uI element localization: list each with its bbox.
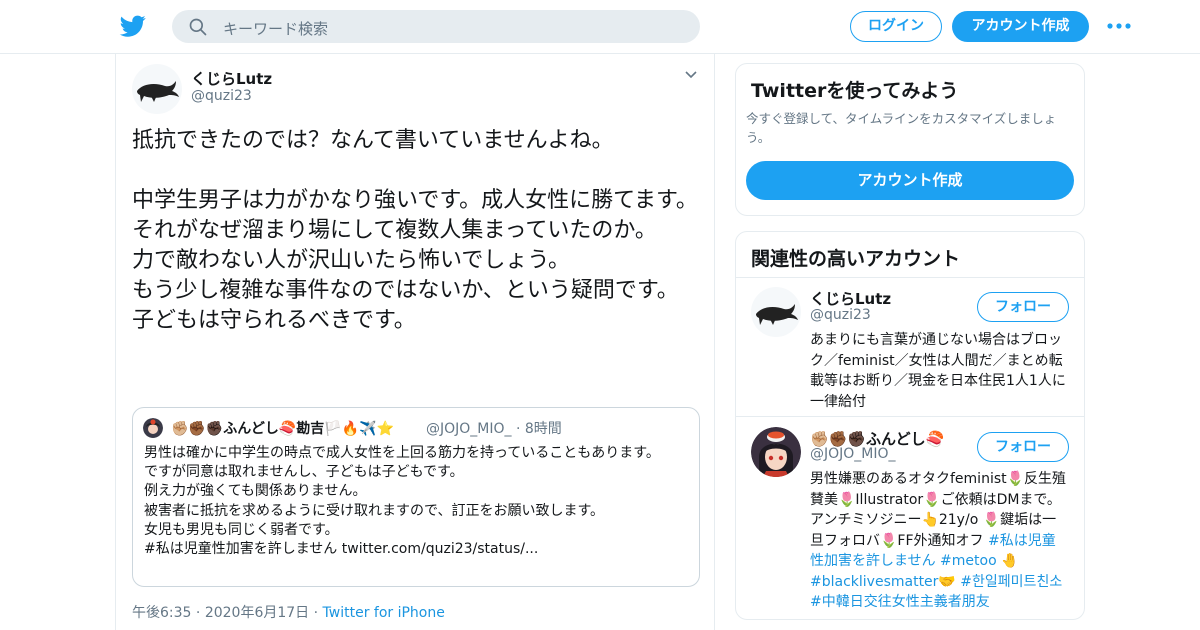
card-title: Twitterを使ってみよう [751, 80, 959, 102]
whale-icon [137, 81, 179, 102]
account-handle[interactable]: @quzi23 [810, 307, 871, 323]
avatar[interactable] [751, 287, 801, 337]
quote-handle: @JOJO_MIO_ [426, 421, 512, 437]
account-name[interactable]: くじらLutz [810, 288, 891, 309]
top-navigation-bar: キーワード検索 ログイン アカウント作成 [0, 0, 1200, 54]
tweet-date[interactable]: 2020年6月17日 [205, 605, 309, 621]
related-accounts-card: 関連性の高いアカウント くじらLutz @quzi23 フォロー あまりにも言葉… [735, 231, 1085, 620]
account-bio: 男性嫌悪のあるオタクfeminist🌷反生殖賛美🌷Illustrator🌷ご依頼… [810, 469, 1068, 613]
follow-button[interactable]: フォロー [977, 432, 1069, 462]
quoted-tweet[interactable]: ✊🏼✊🏾✊🏿ふんどし🍣勘吉🏳️🔥✈️⭐ @JOJO_MIO_ · 8時間 男性は… [132, 407, 700, 587]
card-subtitle: 今すぐ登録して、タイムラインをカスタマイズしましょう。 [746, 111, 1057, 145]
tweet-detail: くじらLutz @quzi23 抵抗できたのでは？なんて書いていませんよね。 中… [115, 54, 715, 630]
search-icon [189, 18, 207, 36]
search-bar[interactable]: キーワード検索 [172, 10, 700, 43]
quote-text: 男性は確かに中学生の時点で成人女性を上回る筋力を持っていることもあります。 です… [144, 445, 660, 558]
create-account-button[interactable]: アカウント作成 [746, 161, 1074, 200]
author-name[interactable]: くじらLutz [191, 68, 272, 89]
twitter-bird-icon[interactable] [119, 13, 147, 39]
quote-avatar [143, 418, 163, 438]
tweet-time[interactable]: 午後6:35 [132, 605, 191, 621]
account-handle[interactable]: @JOJO_MIO_ [810, 446, 896, 462]
related-account-item[interactable]: ✊🏼✊🏾✊🏿ふんどし🍣 @JOJO_MIO_ フォロー 男性嫌悪のあるオタクfe… [736, 417, 1084, 617]
tweet-meta: 午後6:35 · 2020年6月17日 · Twitter for iPhone [132, 605, 445, 621]
whale-icon [756, 304, 798, 325]
more-options-icon[interactable] [1106, 18, 1132, 34]
chevron-down-icon[interactable] [684, 70, 698, 80]
quote-author-meta: @JOJO_MIO_ · 8時間 [426, 421, 562, 437]
author-handle[interactable]: @quzi23 [191, 88, 252, 104]
signup-button[interactable]: アカウント作成 [952, 11, 1089, 42]
signup-prompt-card: Twitterを使ってみよう 今すぐ登録して、タイムラインをカスタマイズしましょ… [735, 63, 1085, 216]
account-bio: あまりにも言葉が通じない場合はブロック／feminist／女性は人間だ／まとめ転… [810, 332, 1066, 410]
anime-avatar-icon [751, 427, 801, 477]
related-account-item[interactable]: くじらLutz @quzi23 フォロー あまりにも言葉が通じない場合はブロック… [736, 278, 1084, 416]
avatar[interactable] [132, 64, 182, 114]
card-title: 関連性の高いアカウント [751, 248, 961, 270]
tweet-text: 抵抗できたのでは？なんて書いていませんよね。 中学生男子は力がかなり強いです。成… [132, 128, 698, 333]
search-input[interactable]: キーワード検索 [223, 18, 328, 39]
anime-avatar-icon [143, 418, 163, 438]
follow-button[interactable]: フォロー [977, 292, 1069, 322]
avatar[interactable] [751, 427, 801, 477]
tweet-source[interactable]: Twitter for iPhone [323, 605, 445, 621]
login-button[interactable]: ログイン [850, 11, 942, 42]
quote-author-name: ✊🏼✊🏾✊🏿ふんどし🍣勘吉🏳️🔥✈️⭐ [171, 421, 395, 437]
quote-time: 8時間 [524, 421, 562, 437]
